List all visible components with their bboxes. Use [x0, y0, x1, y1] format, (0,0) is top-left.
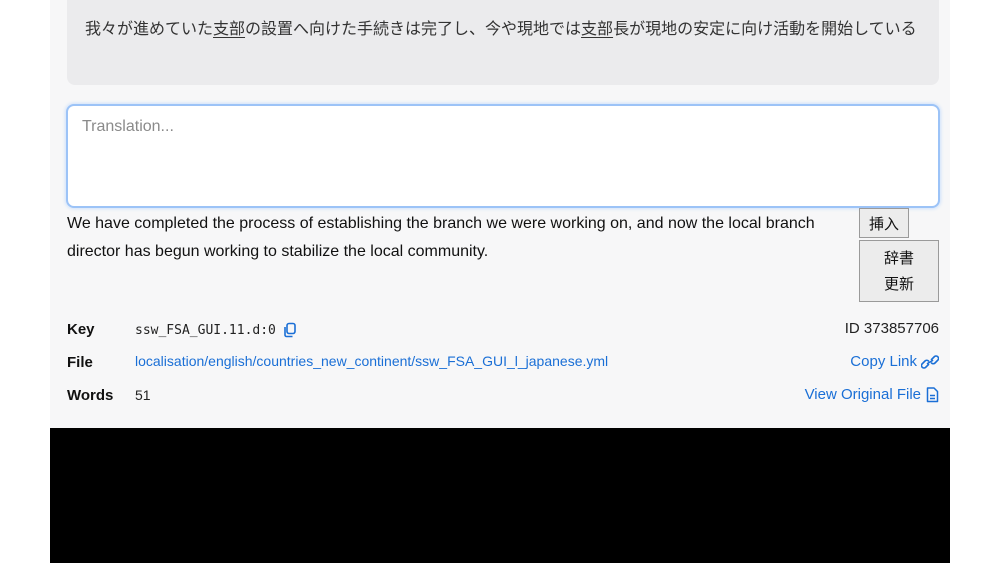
source-text-box: 我々が進めていた支部の設置へ向けた手続きは完了し、今や現地では支部長が現地の安定… [67, 0, 939, 85]
key-value: ssw_FSA_GUI.11.d:0 [135, 322, 276, 338]
file-label: File [67, 354, 93, 371]
file-path-link[interactable]: localisation/english/countries_new_conti… [135, 353, 608, 369]
copy-link-label: Copy Link [850, 353, 917, 370]
update-dictionary-button[interactable]: 辞書更新 [859, 240, 939, 302]
words-label: Words [67, 387, 114, 404]
view-original-file-button[interactable]: View Original File [805, 386, 939, 403]
words-count: 51 [135, 387, 151, 403]
link-icon [920, 354, 940, 369]
copy-icon[interactable] [282, 322, 298, 338]
key-label: Key [67, 321, 95, 338]
machine-translation-suggestion: We have completed the process of establi… [67, 215, 815, 260]
source-segment: の設置へ向けた手続きは完了し、今や現地では [245, 19, 582, 38]
source-segment: 長が現地の安定に向け活動を開始している [613, 19, 917, 38]
copy-link-button[interactable]: Copy Link [850, 353, 940, 370]
empty-dark-area [50, 428, 950, 563]
source-segment: 我々が進めていた [85, 19, 214, 38]
string-id: ID 373857706 [844, 320, 939, 337]
file-icon [926, 386, 939, 403]
glossary-term[interactable]: 支部 [213, 19, 245, 38]
translation-input[interactable] [66, 104, 940, 208]
key-value-row: ssw_FSA_GUI.11.d:0 [135, 322, 298, 338]
insert-button[interactable]: 挿入 [859, 208, 909, 238]
view-original-label: View Original File [804, 386, 921, 403]
glossary-term[interactable]: 支部 [581, 19, 613, 38]
